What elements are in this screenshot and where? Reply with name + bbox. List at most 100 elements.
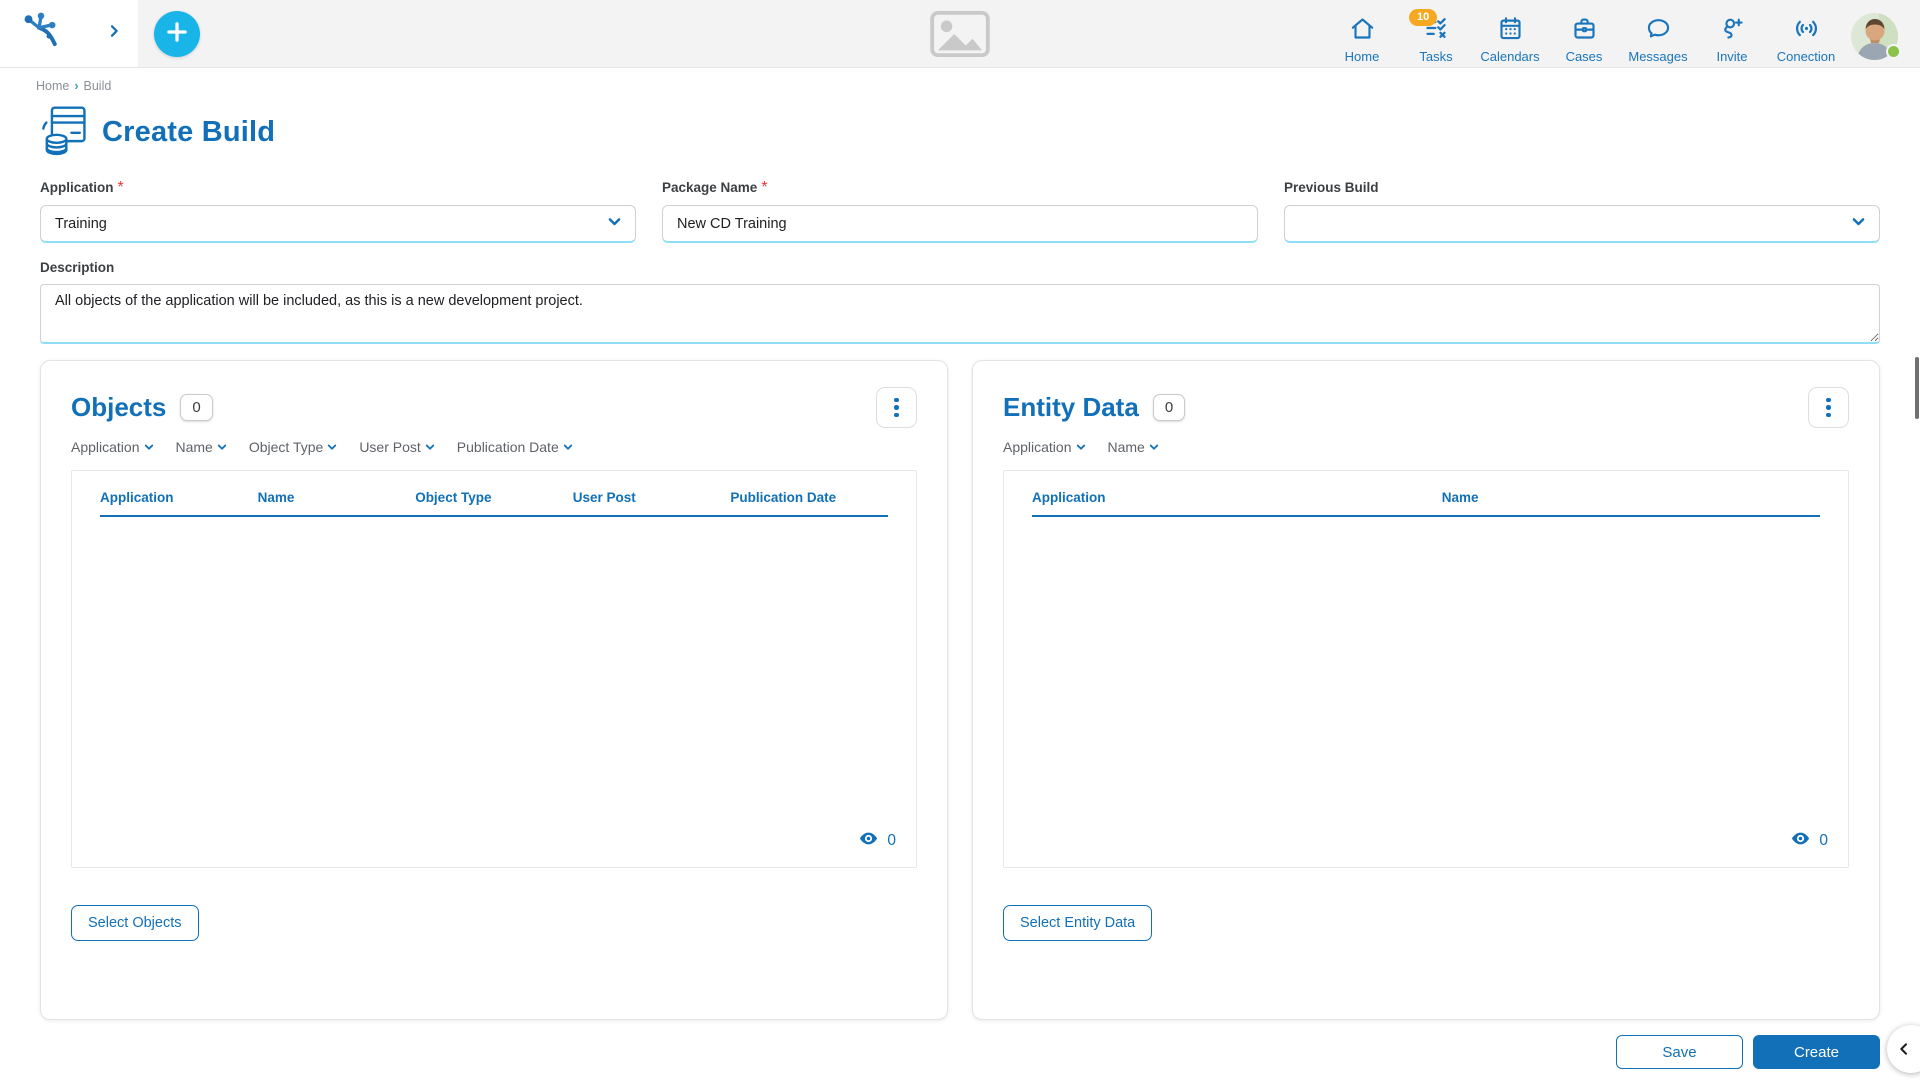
column-header: Publication Date (730, 490, 837, 505)
description-label: Description (40, 260, 115, 275)
breadcrumb-home[interactable]: Home (36, 79, 69, 93)
chevron-down-icon (217, 444, 227, 450)
eye-icon[interactable] (1790, 828, 1811, 854)
connection-signal-icon (1793, 15, 1820, 47)
sidebar-expand-chevron-icon[interactable] (106, 23, 122, 44)
column-header: Application (100, 490, 174, 505)
nav-item-calendars[interactable]: Calendars (1473, 4, 1547, 64)
column-header: Application (1032, 490, 1106, 505)
top-bar: Home 10 Tasks Calendars Cases Messages I… (0, 0, 1920, 68)
package-name-label: Package Name (662, 180, 758, 195)
calendar-icon (1497, 15, 1524, 47)
application-select[interactable] (40, 205, 636, 243)
footer-actions: Save Create (0, 1020, 1920, 1069)
nav-label: Invite (1716, 48, 1748, 64)
kebab-icon (1826, 397, 1831, 418)
build-page-icon (38, 103, 90, 162)
nav-label: Messages (1628, 48, 1688, 64)
nav-item-home[interactable]: Home (1325, 4, 1399, 64)
chevron-down-icon (144, 444, 153, 450)
breadcrumb: Home › Build (0, 68, 1920, 93)
entity-table-header: Application Name (1032, 471, 1820, 517)
top-nav: Home 10 Tasks Calendars Cases Messages I… (1325, 4, 1920, 64)
column-header: Name (257, 490, 295, 505)
user-avatar[interactable] (1851, 12, 1901, 60)
breadcrumb-current[interactable]: Build (84, 79, 112, 93)
entity-data-panel: Entity Data 0 Application Name Applicati… (972, 360, 1880, 1020)
previous-build-field-group: Previous Build (1284, 179, 1880, 243)
objects-count-badge: 0 (180, 394, 213, 421)
eye-icon[interactable] (858, 828, 879, 854)
chevron-left-icon (1900, 1043, 1907, 1055)
filter-application[interactable]: Application (71, 439, 155, 455)
required-asterisk: * (117, 179, 124, 196)
package-name-input[interactable] (662, 205, 1258, 243)
nav-label: Calendars (1480, 48, 1540, 64)
build-form: Application* Package Name* Previous Buil… (0, 162, 1920, 243)
nav-item-cases[interactable]: Cases (1547, 4, 1621, 64)
required-asterisk: * (761, 179, 768, 196)
filter-user-post[interactable]: User Post (359, 439, 435, 455)
nav-label: Home (1344, 48, 1380, 64)
filter-publication-date[interactable]: Publication Date (457, 439, 574, 455)
entity-count-badge: 0 (1152, 394, 1186, 421)
select-objects-button[interactable]: Select Objects (71, 905, 199, 941)
nav-item-messages[interactable]: Messages (1621, 4, 1695, 64)
objects-table: Application Name Object Type User Post P… (71, 470, 917, 868)
visible-rows-count: 0 (887, 832, 896, 849)
save-button[interactable]: Save (1616, 1035, 1743, 1069)
sidebar-stub (0, 0, 138, 67)
chevron-down-icon (425, 444, 434, 450)
nav-label: Conection (1776, 48, 1836, 64)
previous-build-select[interactable] (1284, 205, 1880, 243)
add-button[interactable] (154, 10, 200, 57)
page-title: Create Build (102, 116, 276, 148)
create-button[interactable]: Create (1753, 1035, 1880, 1069)
objects-table-header: Application Name Object Type User Post P… (100, 471, 888, 517)
chevron-down-icon (1076, 444, 1085, 450)
plus-icon (164, 19, 190, 48)
app-logo-icon[interactable] (20, 10, 62, 57)
chevron-down-icon (328, 444, 337, 450)
briefcase-icon (1571, 15, 1598, 47)
nav-label: Tasks (1419, 48, 1453, 64)
description-textarea[interactable] (40, 284, 1880, 344)
chevron-down-icon (563, 444, 572, 450)
entity-filters: Application Name (1003, 439, 1849, 455)
column-header: Name (1441, 490, 1479, 505)
invite-user-icon (1719, 15, 1746, 47)
nav-label: Cases (1565, 48, 1603, 64)
breadcrumb-separator-icon: › (74, 79, 79, 93)
select-entity-data-button[interactable]: Select Entity Data (1003, 905, 1153, 941)
package-name-field-group: Package Name * (662, 179, 1258, 243)
entity-table: Application Name 0 (1003, 470, 1849, 868)
column-header: User Post (572, 490, 636, 505)
application-field-group: Application * (40, 179, 636, 243)
message-bubble-icon (1645, 15, 1672, 47)
visible-rows-count: 0 (1819, 832, 1828, 849)
broken-image-placeholder-icon (928, 10, 992, 63)
application-label: Application (40, 180, 114, 195)
vertical-scrollbar-thumb[interactable] (1915, 357, 1919, 419)
filter-name[interactable]: Name (176, 439, 228, 455)
nav-item-conection[interactable]: Conection (1769, 4, 1843, 64)
kebab-icon (894, 397, 899, 418)
objects-panel-title: Objects (71, 392, 167, 422)
objects-panel: Objects 0 Application Name Object Type U… (40, 360, 948, 1020)
filter-object-type[interactable]: Object Type (249, 439, 338, 455)
home-icon (1349, 15, 1376, 47)
entity-panel-title: Entity Data (1003, 392, 1139, 422)
entity-menu-button[interactable] (1808, 387, 1849, 428)
filter-name[interactable]: Name (1108, 439, 1160, 455)
tasks-count-badge: 10 (1409, 8, 1438, 26)
objects-menu-button[interactable] (876, 387, 917, 428)
chevron-down-icon (1149, 444, 1159, 450)
filter-application[interactable]: Application (1003, 439, 1087, 455)
objects-filters: Application Name Object Type User Post P… (71, 439, 917, 455)
column-header: Object Type (415, 490, 492, 505)
description-field-group: Description (0, 243, 1920, 344)
nav-item-invite[interactable]: Invite (1695, 4, 1769, 64)
online-status-dot (1886, 43, 1901, 59)
previous-build-label: Previous Build (1284, 180, 1379, 195)
nav-item-tasks[interactable]: 10 Tasks (1399, 4, 1473, 64)
